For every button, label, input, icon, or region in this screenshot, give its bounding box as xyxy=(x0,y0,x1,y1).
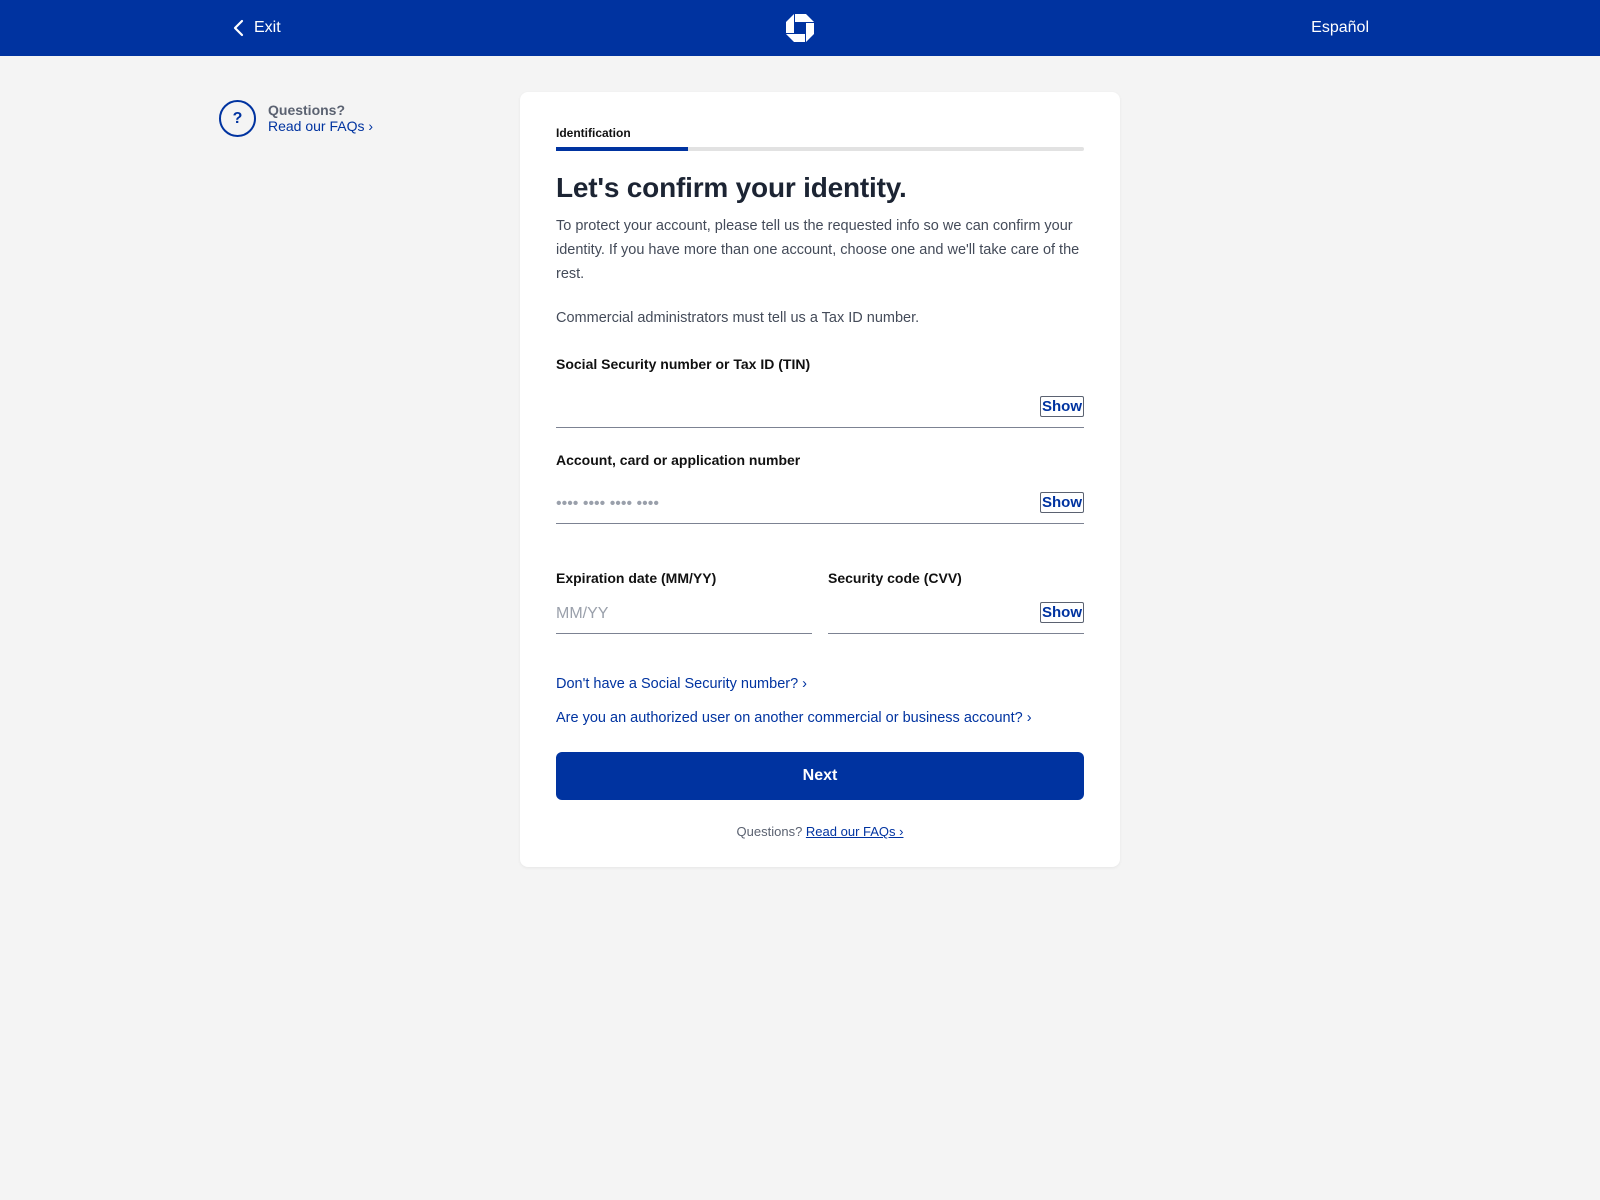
account-show-button[interactable]: Show xyxy=(1040,492,1084,513)
admin-note: Commercial administrators must tell us a… xyxy=(556,310,920,326)
step-label: Identification xyxy=(556,126,631,140)
progress-fill xyxy=(556,147,688,151)
cvv-show-button[interactable]: Show xyxy=(1040,602,1084,623)
ssn-label: Social Security number or Tax ID (TIN) xyxy=(556,356,811,372)
next-button[interactable]: Next xyxy=(556,752,1084,800)
identity-card: Identification Let's confirm your identi… xyxy=(520,92,1120,867)
cvv-label: Security code (CVV) xyxy=(828,570,962,586)
cvv-input[interactable] xyxy=(828,600,1018,628)
footer-help: Questions? Read our FAQs › xyxy=(556,824,1084,839)
side-help: ? Questions? Read our FAQs › xyxy=(219,100,373,137)
side-faq-link[interactable]: Read our FAQs › xyxy=(268,118,373,134)
ssn-input-wrapper: Show xyxy=(556,388,1084,428)
ssn-input[interactable] xyxy=(556,394,976,422)
expiration-field-group: Expiration date (MM/YY) xyxy=(556,570,812,634)
expiration-input-wrapper xyxy=(556,594,812,634)
cvv-field-group: Security code (CVV) Show xyxy=(828,570,1084,634)
progress-bar xyxy=(556,147,1084,151)
authorized-user-link[interactable]: Are you an authorized user on another co… xyxy=(556,710,1032,726)
expiration-label: Expiration date (MM/YY) xyxy=(556,570,717,586)
no-ssn-link[interactable]: Don't have a Social Security number? › xyxy=(556,676,807,692)
chevron-left-icon xyxy=(232,19,244,37)
footer-faq-link[interactable]: Read our FAQs › xyxy=(806,824,904,839)
exit-button[interactable]: Exit xyxy=(232,0,281,56)
language-toggle[interactable]: Español xyxy=(1311,0,1369,56)
question-icon: ? xyxy=(219,100,256,137)
account-input[interactable] xyxy=(556,490,976,518)
expiration-input[interactable] xyxy=(556,600,796,628)
brand-logo-icon xyxy=(785,13,815,43)
exit-label: Exit xyxy=(254,19,281,36)
ssn-field-group: Social Security number or Tax ID (TIN) S… xyxy=(556,356,1084,428)
account-input-wrapper: Show xyxy=(556,484,1084,524)
intro-text: To protect your account, please tell us … xyxy=(556,218,1080,282)
account-label: Account, card or application number xyxy=(556,452,801,468)
top-bar: Exit Español xyxy=(0,0,1600,56)
footer-question: Questions? xyxy=(736,824,803,839)
ssn-show-button[interactable]: Show xyxy=(1040,396,1084,417)
cvv-input-wrapper: Show xyxy=(828,594,1084,634)
side-help-question: Questions? xyxy=(268,102,346,118)
page-title: Let's confirm your identity. xyxy=(556,172,907,203)
account-field-group: Account, card or application number Show xyxy=(556,452,1084,524)
